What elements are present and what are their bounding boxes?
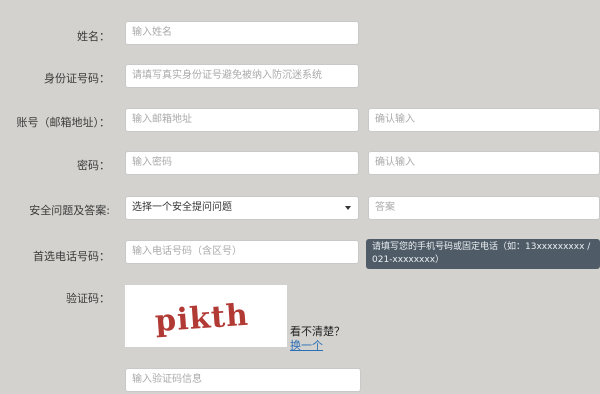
password-confirm-input[interactable]: 确认输入 — [368, 151, 600, 175]
security-question-value: 选择一个安全提问问题 — [132, 202, 232, 213]
account-email-input[interactable]: 输入邮箱地址 — [125, 108, 359, 132]
security-answer-input[interactable]: 答案 — [368, 196, 600, 220]
name-input[interactable]: 输入姓名 — [125, 21, 359, 45]
captcha-image: pikth — [125, 285, 287, 347]
phone-tooltip: 请填写您的手机号码或固定电话（如：13xxxxxxxxx / 021-xxxxx… — [366, 239, 600, 269]
account-confirm-input[interactable]: 确认输入 — [368, 108, 600, 132]
captcha-input[interactable]: 输入验证码信息 — [125, 368, 361, 392]
password-label: 密码： — [77, 159, 110, 172]
captcha-swap-link[interactable]: 换一个 — [290, 337, 323, 353]
id-number-label: 身份证号码： — [44, 72, 110, 85]
id-number-input[interactable]: 请填写真实身份证号避免被纳入防沉迷系统 — [125, 64, 359, 88]
security-label: 安全问题及答案: — [29, 204, 110, 217]
captcha-text: pikth — [153, 297, 250, 340]
password-input[interactable]: 输入密码 — [125, 151, 359, 175]
chevron-down-icon — [345, 206, 351, 210]
phone-label: 首选电话号码： — [33, 250, 110, 263]
account-label: 账号（邮箱地址）： — [16, 116, 111, 129]
captcha-label: 验证码： — [66, 292, 110, 305]
security-question-select[interactable]: 选择一个安全提问问题 — [125, 196, 359, 220]
phone-input[interactable]: 输入电话号码（含区号） — [125, 240, 359, 264]
name-label: 姓名： — [77, 30, 110, 43]
